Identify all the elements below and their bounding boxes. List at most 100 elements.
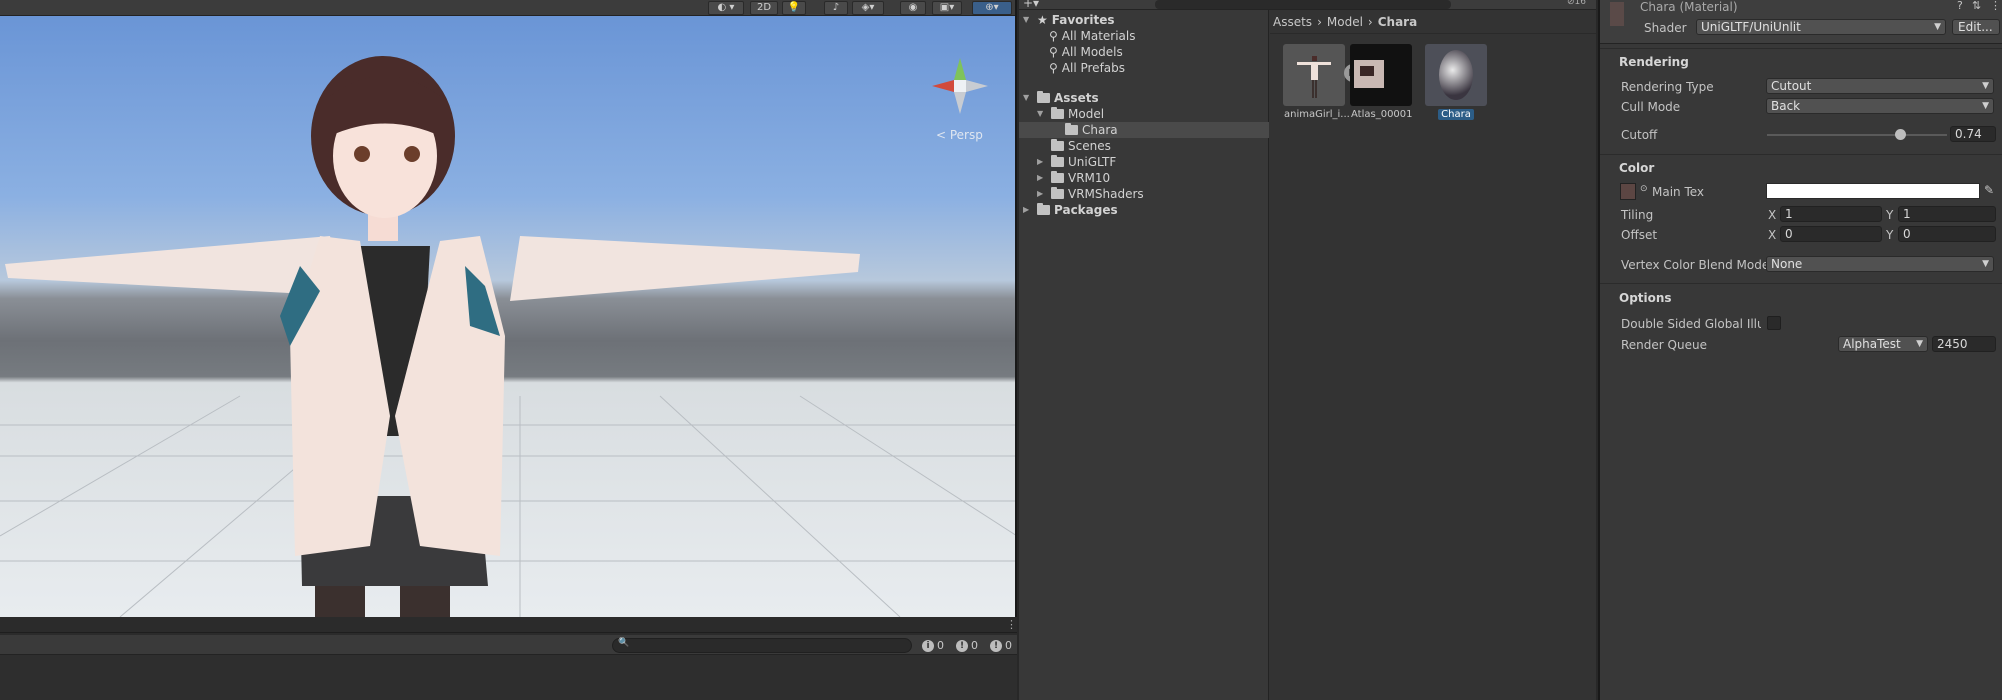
cutoff-slider-handle[interactable] bbox=[1894, 129, 1906, 140]
favorite-item-all-prefabs[interactable]: ⚲ All Prefabs bbox=[1049, 60, 1125, 76]
folder-icon bbox=[1051, 139, 1064, 151]
favorite-item-all-models[interactable]: ⚲ All Models bbox=[1049, 44, 1123, 60]
console-log-area[interactable] bbox=[0, 655, 1017, 700]
tree-item-unigltf[interactable]: ▶ UniGLTF bbox=[1037, 154, 1116, 170]
project-search-input[interactable] bbox=[1155, 0, 1451, 9]
expand-arrow-icon[interactable]: ▼ bbox=[1037, 106, 1047, 122]
tree-item-vrm10[interactable]: ▶ VRM10 bbox=[1037, 170, 1110, 186]
lighting-toggle-icon[interactable]: 💡 bbox=[782, 1, 806, 15]
render-queue-dropdown[interactable]: AlphaTest ▼ bbox=[1838, 336, 1928, 352]
cutoff-slider-track[interactable] bbox=[1767, 134, 1947, 136]
inspector-panel: Chara (Material) ? ⇅ ⋮ Shader UniGLTF/Un… bbox=[1598, 0, 2002, 700]
collapse-arrow-icon[interactable]: ▶ bbox=[1037, 154, 1047, 170]
tree-item-model[interactable]: ▼ Model bbox=[1037, 106, 1104, 122]
favorite-item-all-materials[interactable]: ⚲ All Materials bbox=[1049, 28, 1136, 44]
rendering-type-label: Rendering Type bbox=[1621, 80, 1714, 94]
asset-item-atlas[interactable]: ▶ Atlas_00001 bbox=[1344, 44, 1414, 120]
folder-icon bbox=[1051, 171, 1064, 183]
breadcrumb-assets[interactable]: Assets bbox=[1273, 15, 1312, 29]
project-window: +▾ ⊘16 ▼ ★ Favorites ⚲ All Materials ⚲ A… bbox=[1019, 0, 1596, 700]
folder-open-icon bbox=[1037, 91, 1050, 103]
search-icon: ⚲ bbox=[1049, 61, 1058, 75]
tree-item-favorites[interactable]: ▼ ★ Favorites bbox=[1023, 12, 1114, 28]
breadcrumb-separator-icon: › bbox=[1317, 14, 1322, 29]
main-tex-thumbnail[interactable] bbox=[1620, 183, 1636, 200]
collapse-arrow-icon[interactable]: ▶ bbox=[1037, 170, 1047, 186]
orientation-gizmo-icon[interactable]: x bbox=[930, 56, 990, 116]
t-pose-figure-icon bbox=[1297, 56, 1331, 98]
warning-count-toggle[interactable]: ! 0 bbox=[956, 638, 978, 653]
rendering-section-header: Rendering bbox=[1619, 55, 1689, 69]
2d-toggle-button[interactable]: 2D bbox=[750, 1, 778, 15]
tiling-x-label: X bbox=[1768, 208, 1777, 222]
cull-mode-dropdown[interactable]: Back ▼ bbox=[1766, 98, 1994, 114]
cutoff-label: Cutoff bbox=[1621, 128, 1658, 142]
tree-item-chara[interactable]: Chara bbox=[1019, 122, 1269, 138]
eyedropper-icon[interactable]: ✎ bbox=[1984, 183, 1994, 197]
folder-icon bbox=[1051, 187, 1064, 199]
offset-x-label: X bbox=[1768, 228, 1777, 242]
breadcrumb-model[interactable]: Model bbox=[1327, 15, 1363, 29]
shader-dropdown[interactable]: UniGLTF/UniUnlit ▼ bbox=[1696, 19, 1946, 35]
vertex-color-blend-dropdown[interactable]: None ▼ bbox=[1766, 256, 1994, 272]
double-sided-gi-checkbox[interactable] bbox=[1767, 316, 1781, 330]
console-menu-icon[interactable]: ⋮ bbox=[1006, 618, 1017, 631]
folder-icon bbox=[1051, 155, 1064, 167]
hidden-packages-icon[interactable]: ⊘16 bbox=[1567, 0, 1586, 7]
breadcrumb: Assets › Model › Chara bbox=[1270, 10, 1596, 34]
tiling-y-label: Y bbox=[1886, 208, 1894, 222]
console-toolbar: 🔍 i 0 ! 0 ! 0 bbox=[0, 635, 1017, 655]
chevron-down-icon: ▼ bbox=[1982, 81, 1989, 91]
error-count-toggle[interactable]: ! 0 bbox=[990, 638, 1012, 653]
hidden-packages-count: 16 bbox=[1574, 0, 1586, 7]
asset-item-animagirl[interactable]: animaGirl_i... bbox=[1281, 44, 1350, 120]
presets-icon[interactable]: ⇅ bbox=[1972, 0, 1981, 12]
effects-dropdown-icon[interactable]: ◈▾ bbox=[852, 1, 884, 15]
search-icon: ⚲ bbox=[1049, 29, 1058, 43]
shading-mode-button[interactable]: ◐ ▾ bbox=[708, 1, 744, 15]
search-icon: 🔍 bbox=[618, 638, 630, 648]
star-icon: ★ bbox=[1037, 13, 1048, 27]
tree-item-assets[interactable]: ▼ Assets bbox=[1023, 90, 1099, 106]
offset-x-field[interactable]: 0 bbox=[1780, 226, 1882, 242]
edit-shader-button[interactable]: Edit... bbox=[1952, 19, 2000, 35]
breadcrumb-chara[interactable]: Chara bbox=[1378, 15, 1417, 29]
character-model[interactable] bbox=[0, 16, 1017, 617]
collapse-arrow-icon[interactable]: ▶ bbox=[1023, 202, 1033, 218]
camera-settings-icon[interactable]: ▣▾ bbox=[932, 1, 962, 15]
render-queue-field[interactable]: 2450 bbox=[1932, 336, 1996, 352]
gizmos-toggle-icon[interactable]: ⊕▾ bbox=[972, 1, 1012, 15]
folder-icon bbox=[1065, 123, 1078, 135]
projection-label[interactable]: < Persp bbox=[936, 128, 983, 142]
texture-picker-icon[interactable]: ⊙ bbox=[1640, 184, 1648, 194]
error-count: 0 bbox=[1005, 639, 1012, 652]
tree-item-vrmshaders[interactable]: ▶ VRMShaders bbox=[1037, 186, 1144, 202]
hidden-objects-icon[interactable]: ◉ bbox=[900, 1, 926, 15]
chevron-down-icon: ▼ bbox=[1934, 22, 1941, 32]
render-queue-label: Render Queue bbox=[1621, 338, 1707, 352]
help-icon[interactable]: ? bbox=[1957, 0, 1963, 12]
create-menu-icon[interactable]: +▾ bbox=[1023, 0, 1039, 10]
cutoff-value-field[interactable]: 0.74 bbox=[1950, 126, 1996, 142]
material-preview-icon bbox=[1610, 2, 1624, 26]
main-tex-color-swatch[interactable] bbox=[1766, 183, 1980, 199]
console-search-input[interactable]: 🔍 bbox=[612, 638, 912, 653]
tree-item-scenes[interactable]: Scenes bbox=[1051, 138, 1111, 154]
warning-count: 0 bbox=[971, 639, 978, 652]
scene-viewport[interactable]: x < Persp bbox=[0, 16, 1017, 617]
expand-arrow-icon[interactable]: ▼ bbox=[1023, 12, 1033, 28]
tree-item-packages[interactable]: ▶ Packages bbox=[1023, 202, 1118, 218]
tiling-x-field[interactable]: 1 bbox=[1780, 206, 1882, 222]
rendering-type-dropdown[interactable]: Cutout ▼ bbox=[1766, 78, 1994, 94]
tiling-label: Tiling bbox=[1621, 208, 1654, 222]
audio-toggle-icon[interactable]: ♪ bbox=[824, 1, 848, 15]
context-menu-icon[interactable]: ⋮ bbox=[1990, 0, 2001, 12]
offset-label: Offset bbox=[1621, 228, 1658, 242]
scene-view[interactable]: ◐ ▾ 2D 💡 ♪ ◈▾ ◉ ▣▾ ⊕▾ < Persp bbox=[0, 0, 1017, 617]
asset-item-chara-material[interactable]: Chara bbox=[1423, 44, 1489, 120]
collapse-arrow-icon[interactable]: ▶ bbox=[1037, 186, 1047, 202]
expand-arrow-icon[interactable]: ▼ bbox=[1023, 90, 1033, 106]
offset-y-field[interactable]: 0 bbox=[1898, 226, 1996, 242]
info-count-toggle[interactable]: i 0 bbox=[922, 638, 944, 653]
tiling-y-field[interactable]: 1 bbox=[1898, 206, 1996, 222]
